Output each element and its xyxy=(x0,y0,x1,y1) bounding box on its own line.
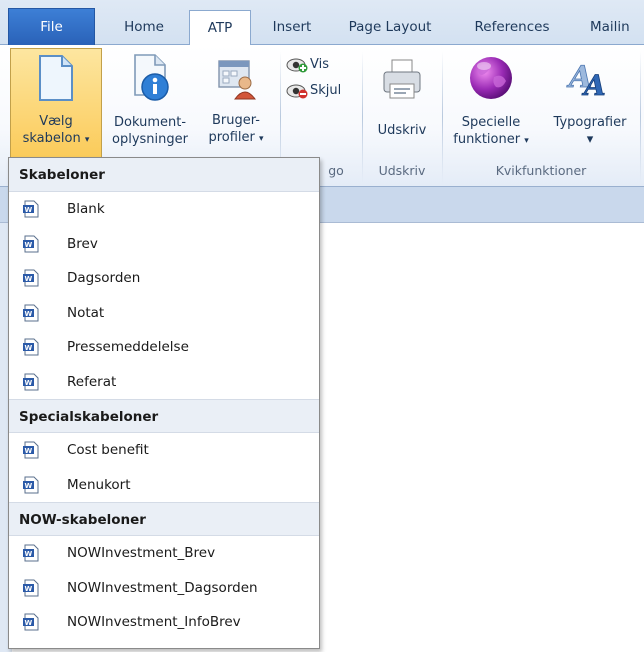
menu-item-menukort[interactable]: W Menukort xyxy=(9,468,319,503)
udskriv-label: Udskriv xyxy=(377,123,427,138)
word-document-icon: W xyxy=(23,269,39,287)
word-document-icon: W xyxy=(23,304,39,321)
menu-item-label: NOWInvestment_Dagsorden xyxy=(67,579,258,596)
menu-item-nowinvestment-brev[interactable]: W NOWInvestment_Brev xyxy=(9,536,319,571)
menu-item-referat[interactable]: W Referat xyxy=(9,365,319,400)
dokument-label-line1: Dokument- xyxy=(113,115,187,130)
menu-item-label: Cost benefit xyxy=(67,442,149,458)
section-header-skabeloner: Skabeloner xyxy=(9,158,319,192)
word-document-icon: W xyxy=(23,235,39,252)
svg-text:W: W xyxy=(25,482,33,490)
menu-item-nowinvestment-dagsorden[interactable]: W NOWInvestment_Dagsorden xyxy=(9,571,319,606)
menu-item-label: Blank xyxy=(67,201,105,217)
word-document-icon: W xyxy=(23,579,39,596)
vis-button[interactable]: Vis xyxy=(286,53,329,77)
svg-text:W: W xyxy=(25,585,33,593)
ribbon-separator xyxy=(442,51,443,183)
ribbon-separator xyxy=(640,51,641,183)
word-document-icon: W xyxy=(23,373,39,390)
vaelg-skabelon-button[interactable]: Vælg skabelon ▾ xyxy=(10,48,102,158)
user-profile-icon xyxy=(218,60,256,100)
skjul-label: Skjul xyxy=(310,83,342,98)
menu-item-pressemeddelelse[interactable]: W Pressemeddelelse xyxy=(9,330,319,365)
tab-insert[interactable]: Insert xyxy=(257,10,327,45)
menu-item-notat[interactable]: W Notat xyxy=(9,296,319,331)
specielle-label-line1: Specielle xyxy=(461,115,521,130)
svg-text:W: W xyxy=(25,379,33,387)
menu-item-cost-benefit[interactable]: W Cost benefit xyxy=(9,433,319,468)
typografier-button[interactable]: A A Typografier ▾ xyxy=(538,48,642,158)
section-header-specialskabeloner: Specialskabeloner xyxy=(9,399,319,433)
svg-text:W: W xyxy=(25,550,33,558)
menu-item-nowinvestment-infobrev[interactable]: W NOWInvestment_InfoBrev xyxy=(9,605,319,640)
menu-item-blank[interactable]: W Blank xyxy=(9,192,319,227)
udskriv-button[interactable]: Udskriv xyxy=(368,48,436,158)
tab-references[interactable]: References xyxy=(458,10,566,45)
menu-item-label: NOWInvestment_InfoBrev xyxy=(67,614,241,630)
logo-group-label: go xyxy=(328,163,344,178)
menu-item-label: Menukort xyxy=(67,476,131,493)
kvikfunktioner-group-label: Kvikfunktioner xyxy=(495,163,587,178)
chevron-down-icon: ▾ xyxy=(524,136,529,146)
bruger-profiler-button[interactable]: Bruger- profiler ▾ xyxy=(198,48,274,158)
tab-home[interactable]: Home xyxy=(108,10,180,45)
styles-aa-icon: A A xyxy=(566,60,607,103)
printer-icon xyxy=(383,59,421,99)
menu-item-label: Brev xyxy=(67,235,98,252)
globe-icon xyxy=(470,57,512,99)
bruger-label-line1: Bruger- xyxy=(212,113,260,128)
word-document-icon: W xyxy=(23,544,39,562)
eye-hide-icon xyxy=(286,84,308,98)
section-header-now-skabeloner: NOW-skabeloner xyxy=(9,502,319,536)
svg-text:W: W xyxy=(25,619,33,627)
vaelg-label-line1: Vælg xyxy=(39,114,73,129)
udskriv-group-label: Udskriv xyxy=(378,163,426,178)
menu-item-brev[interactable]: W Brev xyxy=(9,227,319,262)
dokument-oplysninger-button[interactable]: Dokument- oplysninger xyxy=(104,48,196,158)
tab-atp[interactable]: ATP xyxy=(189,10,251,46)
vis-label: Vis xyxy=(310,57,329,72)
eye-show-icon xyxy=(286,58,308,72)
chevron-down-icon: ▾ xyxy=(259,134,264,144)
svg-text:W: W xyxy=(25,310,33,318)
vaelg-label-line2: skabelon xyxy=(22,131,81,146)
svg-text:W: W xyxy=(25,206,33,214)
blank-document-icon xyxy=(39,55,73,101)
svg-text:W: W xyxy=(25,275,33,283)
word-document-icon: W xyxy=(23,200,39,218)
document-info-icon xyxy=(134,54,169,101)
tab-page-layout[interactable]: Page Layout xyxy=(334,10,446,45)
menu-item-label: Referat xyxy=(67,373,117,390)
specielle-funktioner-button[interactable]: Specielle funktioner ▾ xyxy=(446,48,536,158)
menu-item-label: NOWInvestment_Brev xyxy=(67,545,216,561)
word-document-icon: W xyxy=(23,441,39,459)
menu-item-label: Pressemeddelelse xyxy=(67,339,189,355)
typografier-label: Typografier xyxy=(553,115,627,130)
dokument-label-line2: oplysninger xyxy=(112,132,188,147)
menu-item-dagsorden[interactable]: W Dagsorden xyxy=(9,261,319,296)
svg-text:W: W xyxy=(25,241,33,249)
tab-mailings[interactable]: Mailin xyxy=(590,10,644,45)
menu-item-label: Notat xyxy=(67,304,105,321)
svg-text:W: W xyxy=(25,344,33,352)
svg-text:A: A xyxy=(581,69,606,102)
specielle-label-line2: funktioner xyxy=(453,132,521,147)
template-dropdown-menu: Skabeloner W Blank W Brev W Dagsorden W … xyxy=(8,157,320,649)
skjul-button[interactable]: Skjul xyxy=(286,79,341,103)
word-document-icon: W xyxy=(23,476,39,493)
chevron-down-icon: ▾ xyxy=(586,132,594,147)
word-document-icon: W xyxy=(23,613,39,631)
ribbon-tab-bar: File Home ATP Insert Page Layout Referen… xyxy=(0,0,644,46)
svg-text:W: W xyxy=(25,447,33,455)
tab-file[interactable]: File xyxy=(8,8,95,45)
ribbon-separator xyxy=(362,51,363,183)
bruger-label-line2: profiler xyxy=(208,130,255,145)
chevron-down-icon: ▾ xyxy=(84,135,90,145)
word-document-icon: W xyxy=(23,338,39,356)
menu-item-label: Dagsorden xyxy=(67,270,141,286)
